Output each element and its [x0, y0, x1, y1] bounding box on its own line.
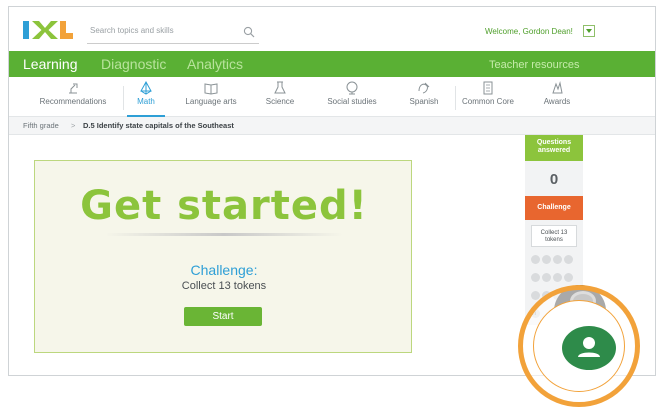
tab-label: Spanish — [409, 97, 439, 106]
headline-underline — [105, 233, 343, 236]
search-placeholder: Search topics and skills — [90, 26, 174, 35]
tab-science[interactable]: Science — [261, 81, 299, 117]
divider — [455, 86, 456, 110]
token-slot — [542, 255, 551, 264]
breadcrumb-grade[interactable]: Fifth grade — [23, 121, 59, 130]
awards-icon — [552, 81, 563, 94]
subject-nav: Recommendations Math Language arts Scien… — [9, 77, 655, 117]
science-icon — [274, 81, 286, 94]
token-slot — [564, 255, 573, 264]
search-icon[interactable] — [243, 26, 255, 38]
tab-label: Common Core — [461, 97, 514, 106]
search-box[interactable]: Search topics and skills — [87, 24, 259, 44]
common-core-icon — [483, 81, 493, 95]
token-slot — [542, 273, 551, 282]
token-slot — [564, 273, 573, 282]
challenge-title: Challenge: — [190, 262, 258, 278]
nav-diagnostic[interactable]: Diagnostic — [101, 56, 166, 72]
tab-recommendations[interactable]: Recommendations — [33, 81, 113, 117]
account-dropdown-button[interactable] — [583, 25, 595, 37]
start-button[interactable]: Start — [184, 307, 262, 326]
tab-common-core[interactable]: Common Core — [459, 81, 517, 117]
tab-awards[interactable]: Awards — [537, 81, 577, 117]
questions-answered-label: Questions answered — [525, 135, 583, 161]
tab-label: Math — [137, 97, 155, 106]
spanish-icon — [418, 82, 430, 94]
welcome-text[interactable]: Welcome, Gordon Dean! — [485, 27, 573, 36]
social-studies-icon — [346, 81, 358, 95]
challenge-label: Challenge — [525, 196, 583, 220]
tab-social-studies[interactable]: Social studies — [319, 81, 385, 117]
nav-teacher-resources[interactable]: Teacher resources — [489, 59, 580, 71]
get-started-headline: Get started! — [80, 183, 368, 229]
tab-language-arts[interactable]: Language arts — [179, 81, 243, 117]
top-bar: Search topics and skills Welcome, Gordon… — [9, 7, 655, 51]
token-slot — [553, 273, 562, 282]
tab-label: Recommendations — [39, 97, 107, 106]
challenge-description: Collect 13 tokens — [181, 280, 267, 292]
tab-label: Awards — [543, 97, 571, 106]
ixl-logo[interactable] — [23, 21, 73, 39]
tab-spanish[interactable]: Spanish — [403, 81, 445, 117]
token-slot — [531, 273, 540, 282]
nav-analytics[interactable]: Analytics — [187, 56, 243, 72]
nav-learning[interactable]: Learning — [23, 56, 78, 72]
recommendations-icon — [69, 83, 78, 94]
breadcrumb: Fifth grade > D.5 Identify state capital… — [9, 117, 655, 135]
tab-label: Science — [265, 97, 295, 106]
person-icon — [578, 337, 600, 357]
language-arts-icon — [204, 83, 218, 95]
tab-math[interactable]: Math — [127, 81, 165, 117]
math-icon — [140, 81, 152, 95]
divider — [123, 86, 124, 110]
token-slot — [531, 255, 540, 264]
tab-label: Social studies — [327, 97, 377, 106]
questions-answered-count: 0 — [549, 171, 559, 188]
user-avatar-button[interactable] — [562, 326, 616, 370]
breadcrumb-separator: > — [71, 121, 76, 130]
tab-label: Language arts — [185, 97, 237, 106]
token-slot — [553, 255, 562, 264]
main-nav: Learning Diagnostic Analytics Teacher re… — [9, 51, 655, 77]
breadcrumb-skill: D.5 Identify state capitals of the South… — [83, 121, 234, 130]
collect-tokens-label: Collect 13 tokens — [531, 225, 577, 247]
get-started-card: Get started! Challenge: Collect 13 token… — [34, 160, 412, 353]
